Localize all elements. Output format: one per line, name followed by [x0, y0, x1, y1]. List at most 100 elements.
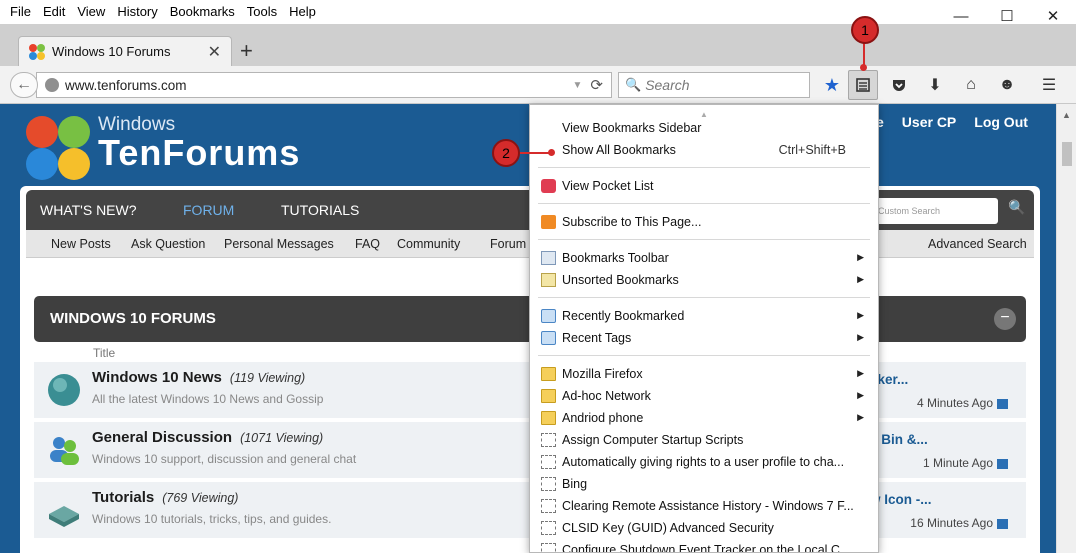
- hamburger-icon: ☰: [1041, 77, 1057, 94]
- page-scrollbar[interactable]: ▲: [1056, 104, 1076, 553]
- bookmarks-menu-icon: [856, 78, 870, 92]
- page-icon: [541, 499, 556, 513]
- site-search-input[interactable]: Custom Search: [872, 198, 998, 224]
- go-to-post-icon: [997, 398, 1008, 409]
- back-arrow-icon: ←: [16, 76, 32, 93]
- submenu-arrow-icon: ▶: [857, 390, 864, 400]
- url-text[interactable]: www.tenforums.com: [65, 78, 573, 93]
- menu-tools[interactable]: Tools: [241, 1, 283, 23]
- home-button[interactable]: ⌂: [956, 70, 986, 100]
- subnav-advanced-search[interactable]: Advanced Search: [928, 237, 1027, 251]
- open-menu-button[interactable]: ☰: [1034, 70, 1064, 100]
- bookmark-page-item[interactable]: Clearing Remote Assistance History - Win…: [530, 495, 878, 517]
- log-out-link[interactable]: Log Out: [974, 114, 1028, 130]
- bookmark-page-item[interactable]: CLSID Key (GUID) Advanced Security: [530, 517, 878, 539]
- bookmarks-toolbar-item[interactable]: Bookmarks Toolbar ▶: [530, 247, 878, 269]
- new-tab-button[interactable]: +: [240, 38, 253, 64]
- scroll-up-icon[interactable]: ▲: [1062, 110, 1071, 120]
- menu-separator: [538, 167, 870, 168]
- menu-separator: [538, 297, 870, 298]
- site-logo[interactable]: Windows TenForums: [26, 112, 356, 192]
- subscribe-item[interactable]: Subscribe to This Page...: [530, 211, 878, 233]
- menu-help[interactable]: Help: [283, 1, 322, 23]
- bookmark-folder-item[interactable]: Ad-hoc Network ▶: [530, 385, 878, 407]
- viewing-count: (119 Viewing): [229, 371, 306, 385]
- unsorted-folder-icon: [541, 273, 556, 287]
- last-post-time: 16 Minutes Ago: [910, 516, 1008, 530]
- recent-tags-item[interactable]: Recent Tags ▶: [530, 327, 878, 349]
- menu-history[interactable]: History: [111, 1, 163, 23]
- subnav-new-posts[interactable]: New Posts: [51, 237, 111, 251]
- forum-title[interactable]: General Discussion (1071 Viewing): [92, 429, 323, 446]
- forum-description: Windows 10 support, discussion and gener…: [92, 452, 357, 466]
- hello-button[interactable]: ☻: [992, 70, 1022, 100]
- tab-forum[interactable]: FORUM: [183, 190, 234, 230]
- subnav-forum[interactable]: Forum: [490, 237, 526, 251]
- menu-file[interactable]: File: [0, 1, 37, 23]
- web-page: Windows TenForums e User CP Log Out WHAT…: [0, 104, 1056, 553]
- download-arrow-icon: ⬇: [928, 77, 942, 94]
- search-placeholder: Search: [645, 77, 690, 93]
- last-post-link[interactable]: w Icon -...: [870, 492, 932, 507]
- scroll-thumb[interactable]: [1062, 142, 1072, 166]
- unsorted-bookmarks-item[interactable]: Unsorted Bookmarks ▶: [530, 269, 878, 291]
- downloads-button[interactable]: ⬇: [920, 70, 950, 100]
- reload-icon[interactable]: ⟳: [590, 76, 603, 94]
- menu-bookmarks[interactable]: Bookmarks: [164, 1, 241, 23]
- tab-whats-new[interactable]: WHAT'S NEW?: [40, 190, 137, 230]
- menu-scroll-up-icon: ▲: [700, 110, 708, 119]
- tab-tutorials[interactable]: TUTORIALS: [281, 190, 359, 230]
- folder-icon: [541, 367, 556, 381]
- last-post-time: 1 Minute Ago: [923, 456, 1008, 470]
- bookmark-page-item[interactable]: Automatically giving rights to a user pr…: [530, 451, 878, 473]
- bookmark-page-item[interactable]: Bing: [530, 473, 878, 495]
- tab-windows10forums[interactable]: Windows 10 Forums ✕: [18, 36, 232, 66]
- last-post-time: 4 Minutes Ago: [917, 396, 1008, 410]
- pocket-icon: [893, 80, 905, 91]
- menu-bar: File Edit View History Bookmarks Tools H…: [0, 0, 1076, 24]
- search-bar[interactable]: 🔍 Search: [618, 72, 810, 98]
- bookmarks-menu-button[interactable]: [848, 70, 878, 100]
- view-pocket-list-item[interactable]: View Pocket List: [530, 175, 878, 197]
- url-bar[interactable]: www.tenforums.com ▼ ⟳: [36, 72, 612, 98]
- section-title: WINDOWS 10 FORUMS: [50, 310, 216, 327]
- url-dropdown-icon[interactable]: ▼: [573, 80, 583, 91]
- bookmark-star-button[interactable]: ★: [817, 70, 847, 100]
- callout-2-dot: [548, 149, 555, 156]
- subnav-personal-messages[interactable]: Personal Messages: [224, 237, 334, 251]
- bookmark-folder-item[interactable]: Andriod phone ▶: [530, 407, 878, 429]
- forum-description: All the latest Windows 10 News and Gossi…: [92, 392, 324, 406]
- menu-view[interactable]: View: [71, 1, 111, 23]
- back-button[interactable]: ←: [10, 72, 38, 98]
- viewing-count: (769 Viewing): [162, 491, 239, 505]
- view-bookmarks-sidebar-item[interactable]: View Bookmarks Sidebar: [530, 117, 878, 139]
- site-search-icon[interactable]: 🔍: [1008, 199, 1025, 216]
- user-cp-link[interactable]: User CP: [902, 114, 956, 130]
- forum-title[interactable]: Windows 10 News (119 Viewing): [92, 369, 305, 386]
- page-icon: [541, 455, 556, 469]
- tab-close-icon[interactable]: ✕: [208, 42, 221, 62]
- bookmark-folder-item[interactable]: Mozilla Firefox ▶: [530, 363, 878, 385]
- forum-description: Windows 10 tutorials, tricks, tips, and …: [92, 512, 332, 526]
- forum-title[interactable]: Tutorials (769 Viewing): [92, 489, 238, 506]
- toolbar-folder-icon: [541, 251, 556, 265]
- top-links: e User CP Log Out: [876, 114, 1028, 130]
- collapse-icon[interactable]: −: [994, 308, 1016, 330]
- callout-1-dot: [860, 64, 867, 71]
- bookmark-page-item[interactable]: Configure Shutdown Event Tracker on the …: [530, 539, 878, 552]
- subnav-ask-question[interactable]: Ask Question: [131, 237, 205, 251]
- navigation-toolbar: www.tenforums.com ▼ ⟳ ← 🔍 Search ★ ⬇ ⌂ ☻…: [0, 66, 1076, 104]
- page-icon: [541, 477, 556, 491]
- bookmarks-menu-panel: View Bookmarks Sidebar Show All Bookmark…: [529, 104, 879, 553]
- show-all-bookmarks-item[interactable]: Show All Bookmarks Ctrl+Shift+B: [530, 139, 878, 161]
- recently-bookmarked-item[interactable]: Recently Bookmarked ▶: [530, 305, 878, 327]
- page-icon: [541, 543, 556, 552]
- pocket-button[interactable]: [884, 70, 914, 100]
- submenu-arrow-icon: ▶: [857, 332, 864, 342]
- search-engine-icon[interactable]: 🔍: [625, 77, 641, 93]
- menu-edit[interactable]: Edit: [37, 1, 71, 23]
- subnav-community[interactable]: Community: [397, 237, 460, 251]
- folder-icon: [541, 411, 556, 425]
- subnav-faq[interactable]: FAQ: [355, 237, 380, 251]
- bookmark-page-item[interactable]: Assign Computer Startup Scripts: [530, 429, 878, 451]
